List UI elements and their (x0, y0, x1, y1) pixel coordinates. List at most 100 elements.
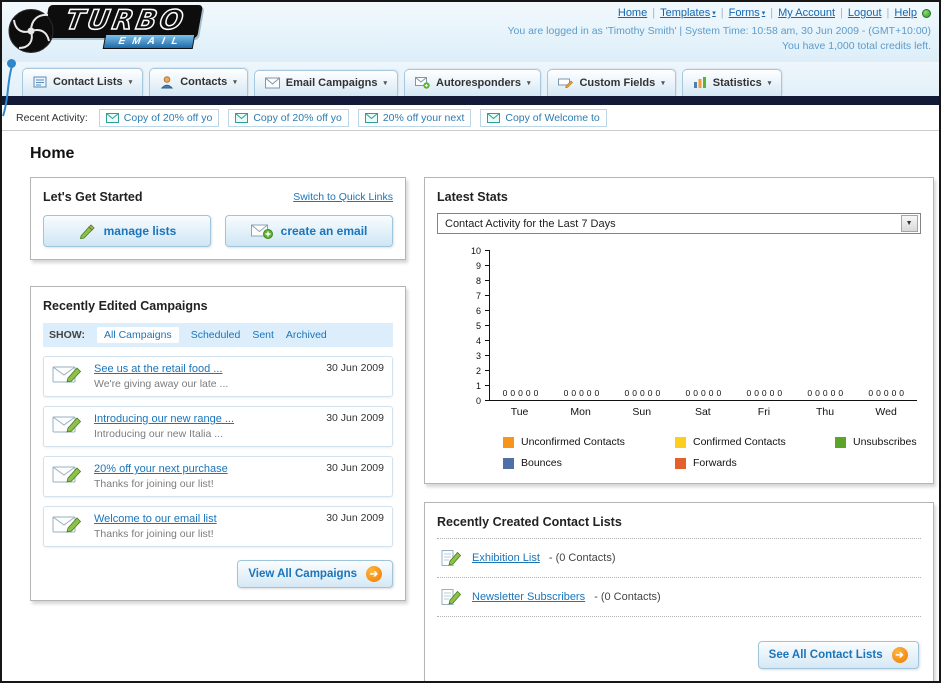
autoresponders-icon (415, 77, 430, 89)
help-status-icon (922, 8, 931, 18)
campaign-item[interactable]: Welcome to our email list Thanks for joi… (43, 506, 393, 547)
chart-y-tick-label: 5 (475, 321, 481, 331)
chart-value-label: 0 (502, 388, 508, 398)
chevron-down-icon: ▾ (233, 79, 237, 86)
tab-label: Contact Lists (53, 76, 123, 88)
link-my-account[interactable]: My Account (778, 7, 835, 19)
tab-contact-lists[interactable]: Contact Lists ▾ (22, 68, 144, 96)
chart-value-labels: 00000 (503, 388, 539, 400)
edit-email-icon (52, 512, 86, 541)
see-all-contact-lists-label: See All Contact Lists (768, 649, 883, 661)
pencil-icon (79, 224, 95, 239)
edit-email-icon (52, 462, 86, 491)
app-logo[interactable]: TURBO EMAIL (8, 4, 203, 55)
link-home-label: Home (617, 7, 648, 19)
recent-activity-item[interactable]: Copy of Welcome to (480, 108, 607, 127)
mail-icon (105, 112, 119, 123)
app-window: TURBO EMAIL Home | Templates ▾ | Forms ▾ |… (0, 0, 941, 683)
contact-list-item[interactable]: Exhibition List - (0 Contacts) (437, 539, 921, 578)
campaign-item[interactable]: Introducing our new range ... Introducin… (43, 406, 393, 447)
link-separator: | (886, 7, 890, 19)
chart-y-tick-label: 8 (475, 276, 481, 286)
chart-value-label: 0 (533, 388, 539, 398)
legend-swatch (675, 457, 686, 469)
chart-value-label: 0 (754, 388, 759, 398)
chart-value-label: 0 (868, 388, 874, 398)
manage-lists-button[interactable]: manage lists (43, 215, 211, 247)
link-logout[interactable]: Logout (848, 7, 882, 19)
tab-contacts[interactable]: Contacts ▾ (149, 68, 248, 96)
contact-list-detail: - (0 Contacts) (548, 552, 616, 564)
tab-autoresponders[interactable]: Autoresponders ▾ (404, 69, 542, 96)
campaign-title-link[interactable]: Welcome to our email list (94, 513, 318, 525)
recent-activity-item[interactable]: Copy of 20% off yo (98, 108, 220, 127)
chart-value-label: 0 (693, 388, 698, 398)
see-all-contact-lists-button[interactable]: See All Contact Lists ➔ (757, 641, 919, 669)
filter-sent[interactable]: Sent (252, 329, 274, 341)
contact-list-item[interactable]: Newsletter Subscribers - (0 Contacts) (437, 578, 921, 617)
campaign-item[interactable]: 20% off your next purchase Thanks for jo… (43, 456, 393, 497)
link-home[interactable]: Home (618, 7, 647, 19)
chart-value-label: 0 (899, 388, 905, 398)
tab-email-campaigns[interactable]: Email Campaigns ▾ (253, 70, 398, 96)
chart-value-label: 0 (815, 388, 820, 398)
chart-x-tick-label: Sun (632, 406, 652, 418)
main-content: Home Let's Get Started Switch to Quick L… (2, 131, 939, 681)
chart-value-label: 0 (822, 388, 828, 398)
credits-info: You have 1,000 total credits left. (781, 40, 931, 52)
get-started-title: Let's Get Started (43, 190, 143, 204)
tab-custom-fields[interactable]: Custom Fields ▾ (547, 69, 676, 96)
stats-period-select[interactable]: Contact Activity for the Last 7 Days ▼ (437, 213, 921, 234)
latest-stats-title: Latest Stats (437, 190, 508, 204)
filter-all-campaigns[interactable]: All Campaigns (96, 327, 179, 343)
login-info: You are logged in as 'Timothy Smith' | S… (507, 25, 931, 37)
chart-value-labels: 00000 (625, 388, 661, 400)
tab-statistics[interactable]: Statistics ▾ (681, 69, 783, 96)
chart-y-tick-label: 6 (475, 306, 481, 316)
chart-value-label: 0 (632, 388, 638, 398)
mail-icon (364, 112, 378, 123)
legend-item: Confirmed Contacts (675, 436, 835, 448)
chart-value-label: 0 (640, 388, 645, 398)
link-help[interactable]: Help (894, 7, 917, 19)
link-templates[interactable]: Templates ▾ (660, 7, 716, 19)
filter-scheduled[interactable]: Scheduled (191, 329, 241, 341)
campaign-subtitle: Thanks for joining our list! (94, 478, 214, 490)
top-header: TURBO EMAIL Home | Templates ▾ | Forms ▾ |… (2, 2, 939, 117)
campaign-text: Introducing our new range ... Introducin… (94, 413, 318, 440)
legend-item: Unconfirmed Contacts (503, 436, 675, 448)
chart-value-label: 0 (655, 388, 661, 398)
arrow-right-icon: ➔ (366, 566, 382, 582)
chart-value-label: 0 (685, 388, 691, 398)
switch-quick-links-link[interactable]: Switch to Quick Links (293, 191, 393, 203)
campaign-item[interactable]: See us at the retail food ... We're givi… (43, 356, 393, 397)
contact-list-link[interactable]: Exhibition List (472, 552, 540, 564)
contact-list-link[interactable]: Newsletter Subscribers (472, 591, 585, 603)
campaign-subtitle: Thanks for joining our list! (94, 528, 214, 540)
chart-x-tick-label: Fri (757, 406, 771, 418)
chart-y-tick-label: 1 (475, 381, 481, 391)
chart-bar-group: 00000 (795, 388, 856, 400)
campaign-title-link[interactable]: 20% off your next purchase (94, 463, 318, 475)
campaign-title-link[interactable]: Introducing our new range ... (94, 413, 318, 425)
recent-activity-item[interactable]: 20% off your next (357, 108, 472, 127)
chevron-down-icon: ▾ (128, 79, 133, 86)
view-all-campaigns-button[interactable]: View All Campaigns ➔ (237, 560, 393, 588)
campaign-title-link[interactable]: See us at the retail food ... (94, 363, 318, 375)
filter-archived[interactable]: Archived (286, 329, 327, 341)
chart-y-tick-label: 10 (470, 246, 481, 256)
campaigns-filter-bar: SHOW: All Campaigns Scheduled Sent Archi… (43, 323, 393, 347)
chart-value-label: 0 (708, 388, 714, 398)
chart-x-tick-label: Sat (694, 406, 711, 418)
recent-activity-item[interactable]: Copy of 20% off yo (228, 108, 349, 127)
link-help-label: Help (894, 7, 917, 19)
chart-value-label: 0 (883, 388, 889, 398)
create-email-button[interactable]: create an email (225, 215, 393, 247)
campaign-text: 20% off your next purchase Thanks for jo… (94, 463, 318, 490)
chart-plot-area: 00000000000000000000000000000000000 (489, 250, 917, 401)
right-column: Latest Stats Contact Activity for the La… (424, 177, 934, 681)
logo-subtitle-banner: EMAIL (45, 34, 195, 49)
link-forms[interactable]: Forms ▾ (729, 7, 766, 19)
campaign-text: Welcome to our email list Thanks for joi… (94, 513, 318, 540)
logo-subtitle: EMAIL (102, 34, 195, 49)
